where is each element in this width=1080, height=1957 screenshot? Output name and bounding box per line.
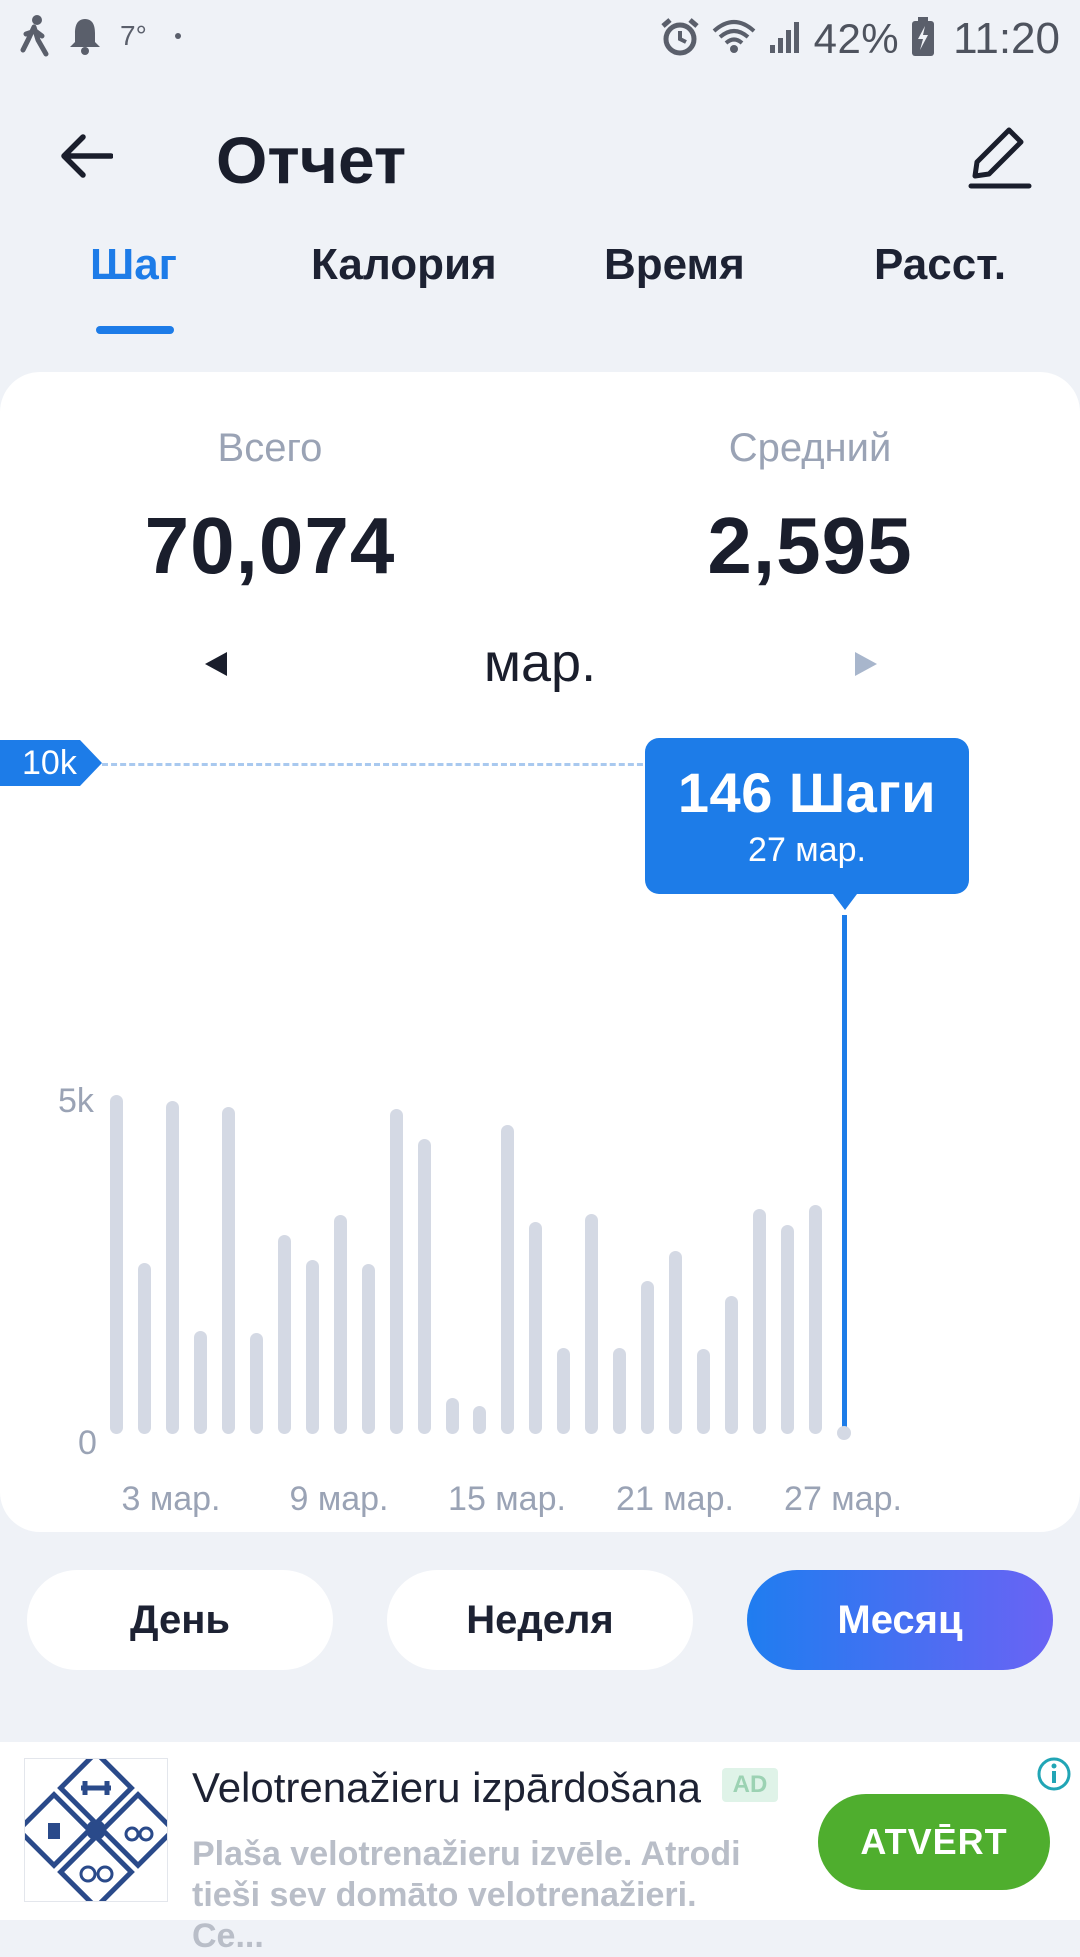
info-icon[interactable]	[1034, 1754, 1074, 1794]
battery-percent: 42%	[813, 15, 900, 62]
x-tick-label: 9 мар.	[289, 1480, 389, 1518]
average-value: 2,595	[707, 501, 913, 590]
month-navigator: мар.	[0, 630, 1080, 710]
edit-button[interactable]	[960, 120, 1040, 200]
signal-icon	[768, 19, 802, 60]
ad-badge: AD	[722, 1768, 778, 1802]
chart-bar[interactable]	[669, 1250, 683, 1434]
chart-bar[interactable]	[557, 1348, 571, 1434]
chart-bar[interactable]	[725, 1295, 739, 1434]
chart-bar[interactable]	[389, 1108, 403, 1434]
pencil-icon	[967, 126, 1033, 195]
triangle-right-icon	[853, 650, 879, 683]
chart-bar[interactable]	[753, 1209, 767, 1434]
next-month-button[interactable]	[846, 646, 886, 686]
bell-icon	[68, 17, 102, 55]
ad-title[interactable]: Velotrenažieru izpārdošana	[192, 1764, 701, 1812]
steps-chart: 10k 5k 0 146 Шаги 27 мар. 3 мар. 9 мар. …	[0, 720, 1080, 1520]
ad-logo[interactable]	[15, 1749, 177, 1911]
chart-bar[interactable]	[641, 1281, 655, 1434]
tab-calories[interactable]: Калория	[311, 240, 497, 290]
page-title: Отчет	[216, 123, 407, 197]
active-tab-indicator	[96, 326, 174, 334]
tab-steps[interactable]: Шаг	[90, 240, 177, 290]
chart-bar[interactable]	[137, 1262, 151, 1434]
walking-icon	[20, 14, 50, 58]
chart-bar[interactable]	[249, 1333, 263, 1434]
month-button[interactable]: Месяц	[747, 1570, 1053, 1670]
x-tick-label: 3 мар.	[121, 1480, 221, 1518]
temperature-text: 7°	[120, 20, 147, 51]
chart-bar[interactable]	[585, 1213, 599, 1434]
chart-bar[interactable]	[809, 1204, 822, 1434]
selected-day-bar[interactable]	[837, 1426, 851, 1440]
tooltip-date: 27 мар.	[748, 831, 866, 869]
chart-bar[interactable]	[781, 1225, 795, 1434]
app-header: Отчет	[0, 100, 1080, 220]
total-value: 70,074	[144, 501, 396, 590]
ad-description[interactable]: Plaša velotrenažieru izvēle. Atrodi tieš…	[192, 1834, 772, 1957]
chart-bar[interactable]	[305, 1259, 319, 1434]
alarm-icon	[660, 17, 700, 62]
back-button[interactable]	[52, 128, 122, 188]
average-label: Средний	[728, 426, 892, 470]
chart-bar[interactable]	[193, 1330, 207, 1434]
ad-open-button[interactable]: ATVĒRT	[818, 1794, 1050, 1890]
day-button[interactable]: День	[27, 1570, 333, 1670]
chart-bar[interactable]	[221, 1107, 235, 1434]
chart-bar[interactable]	[165, 1101, 179, 1434]
x-tick-label: 21 мар.	[616, 1480, 734, 1518]
chart-bar[interactable]	[333, 1214, 347, 1434]
chart-bar[interactable]	[473, 1406, 487, 1434]
selected-day-tooltip: 146 Шаги 27 мар.	[645, 738, 969, 910]
chart-bar[interactable]	[110, 1095, 123, 1434]
chart-bar[interactable]	[501, 1124, 515, 1434]
month-label: мар.	[483, 633, 597, 693]
tab-distance[interactable]: Расст.	[874, 240, 1006, 290]
battery-icon	[911, 16, 935, 62]
chart-bar[interactable]	[417, 1138, 431, 1434]
week-button[interactable]: Неделя	[387, 1570, 693, 1670]
x-tick-label: 15 мар.	[448, 1480, 566, 1518]
chart-bar[interactable]	[697, 1349, 711, 1434]
status-bar: 7° 42% 11:20	[0, 0, 1080, 76]
clock-time: 11:20	[953, 14, 1060, 63]
status-bar-right: 42% 11:20	[660, 14, 1060, 64]
chart-bar[interactable]	[613, 1348, 627, 1434]
arrow-left-icon	[61, 133, 114, 183]
x-tick-label: 27 мар.	[784, 1480, 902, 1518]
notification-dot	[174, 33, 181, 39]
wifi-icon	[712, 19, 756, 60]
triangle-left-icon	[203, 650, 229, 683]
metric-tabs: Шаг Калория Время Расст.	[0, 240, 1080, 340]
selected-day-line	[842, 915, 847, 1433]
period-selector: День Неделя Месяц	[0, 1570, 1080, 1670]
tab-time[interactable]: Время	[604, 240, 745, 290]
chart-bar[interactable]	[361, 1264, 375, 1434]
chart-bar[interactable]	[529, 1221, 543, 1434]
previous-month-button[interactable]	[196, 646, 236, 686]
status-bar-left: 7°	[20, 14, 181, 58]
chart-bar[interactable]	[277, 1235, 291, 1434]
ad-banner[interactable]: Velotrenažieru izpārdošana AD Plaša velo…	[0, 1742, 1080, 1955]
total-label: Всего	[217, 426, 323, 470]
chart-bar[interactable]	[445, 1397, 459, 1434]
tooltip-value: 146 Шаги	[677, 761, 937, 824]
